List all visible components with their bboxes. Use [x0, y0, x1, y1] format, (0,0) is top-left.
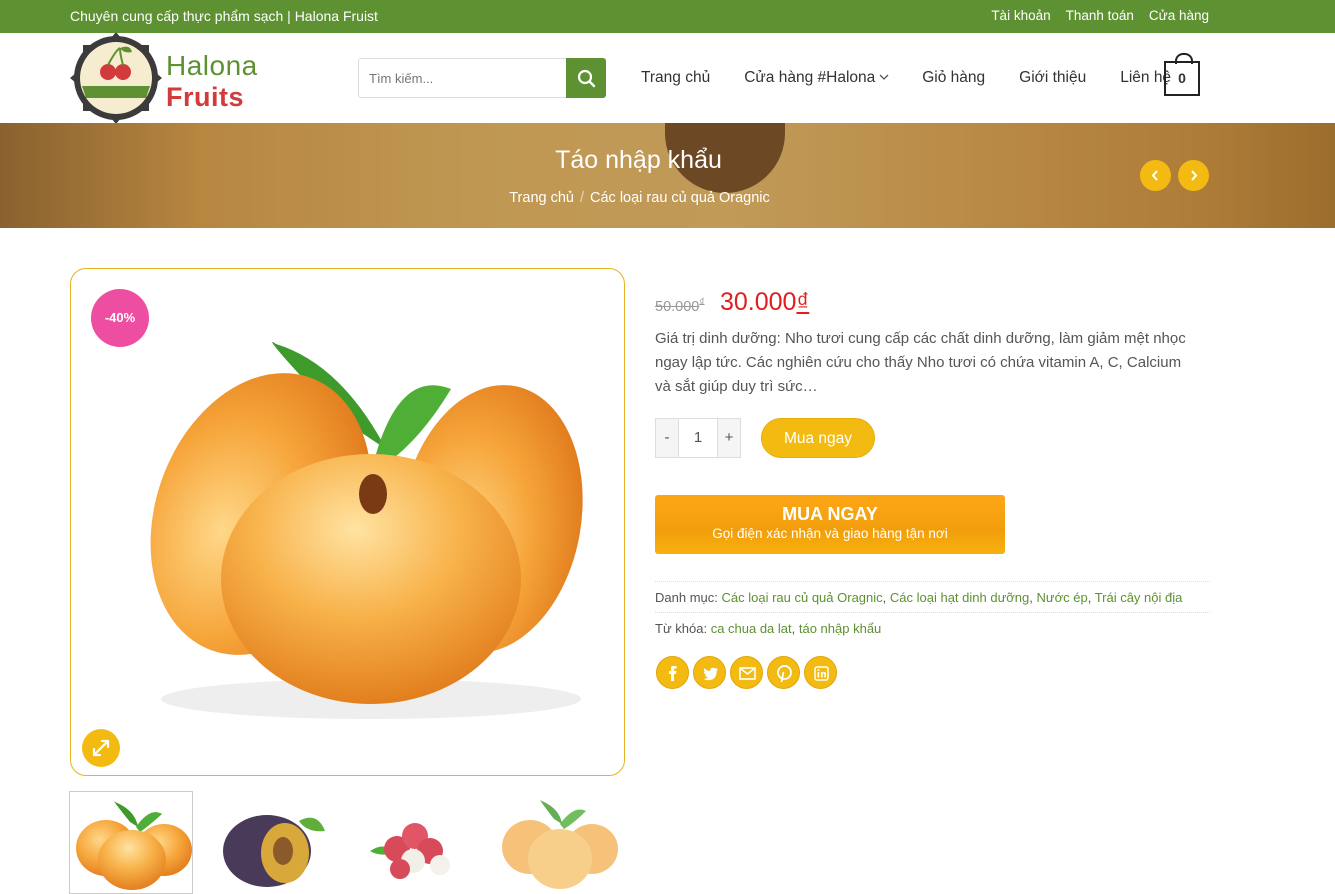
tag-link[interactable]: táo nhập khẩu: [799, 621, 881, 636]
nav-item-shop-label: Cửa hàng #Halona: [744, 69, 876, 86]
buy-now-subtitle: Gọi điện xác nhận và giao hàng tận nơi: [712, 526, 948, 541]
share-email-button[interactable]: [730, 656, 763, 689]
search-form: [358, 58, 606, 98]
logo-badge-icon: [70, 32, 162, 124]
sale-price: 30.000₫: [720, 288, 809, 317]
checkout-link[interactable]: Thanh toán: [1066, 8, 1134, 23]
product-image-gallery[interactable]: -40%: [70, 268, 625, 776]
logo-text-halona: Halona: [166, 50, 258, 81]
page-banner: Táo nhập khẩu Trang chủ / Các loại rau củ …: [0, 123, 1335, 228]
category-link[interactable]: Các loại rau củ quả Oragnic: [722, 590, 883, 605]
thumbnail-plum[interactable]: [207, 791, 331, 894]
quantity-plus-button[interactable]: +: [718, 419, 740, 457]
tagline: Chuyên cung cấp thực phẩm sạch | Halona …: [70, 8, 378, 24]
thumbnail-lychee[interactable]: [345, 791, 469, 894]
chevron-down-icon: [879, 74, 889, 80]
tags-label: Từ khóa:: [655, 621, 708, 636]
add-to-cart-button[interactable]: Mua ngay: [761, 418, 875, 458]
email-icon: [739, 667, 756, 680]
old-price: 50.000₫: [655, 297, 705, 315]
category-link[interactable]: Nước ép: [1037, 590, 1088, 605]
main-nav: Trang chủ Cửa hàng #Halona Giỏ hàng Giới…: [641, 69, 1205, 87]
cart-button[interactable]: 0: [1164, 53, 1200, 96]
shop-link[interactable]: Cửa hàng: [1149, 8, 1209, 23]
buy-now-title: MUA NGAY: [782, 504, 878, 524]
account-link[interactable]: Tài khoản: [991, 8, 1050, 23]
pinterest-icon: [777, 665, 792, 683]
category-link[interactable]: Trái cây nội địa: [1095, 590, 1183, 605]
share-twitter-button[interactable]: [693, 656, 726, 689]
share-facebook-button[interactable]: [656, 656, 689, 689]
discount-badge: -40%: [91, 289, 149, 347]
product-categories: Danh mục: Các loại rau củ quả Oragnic, C…: [655, 581, 1210, 613]
zoom-button[interactable]: [82, 729, 120, 767]
categories-label: Danh mục:: [655, 590, 718, 605]
banner-overlay: [0, 123, 1335, 228]
facebook-icon: [669, 666, 677, 681]
top-links: Tài khoản Thanh toán Cửa hàng: [991, 8, 1209, 23]
thumbnail-peach[interactable]: [69, 791, 193, 894]
breadcrumb-home[interactable]: Trang chủ: [509, 190, 574, 206]
page-title: Táo nhập khẩu: [555, 146, 722, 174]
thumbnail-peach-2[interactable]: [496, 791, 620, 894]
cart-count: 0: [1178, 70, 1186, 86]
buy-now-button[interactable]: MUA NGAY Gọi điện xác nhận và giao hàng …: [655, 495, 1005, 554]
thumbnail-image: [370, 823, 450, 879]
prev-arrow-button[interactable]: [1140, 160, 1171, 191]
sale-price-value: 30.000: [720, 288, 797, 316]
chevron-left-icon: [1151, 170, 1158, 181]
thumbnail-image: [223, 815, 325, 887]
logo-text-fruits: Fruits: [166, 82, 245, 112]
share-pinterest-button[interactable]: [767, 656, 800, 689]
product-tags: Từ khóa: ca chua da lat, táo nhập khẩu: [655, 612, 1210, 644]
sale-price-currency: ₫: [796, 288, 810, 316]
search-input[interactable]: [358, 58, 567, 98]
tag-link[interactable]: ca chua da lat: [711, 621, 792, 636]
chevron-right-icon: [1191, 170, 1198, 181]
site-logo[interactable]: Halona Fruits: [70, 32, 280, 124]
category-link[interactable]: Các loại hạt dinh dưỡng: [890, 590, 1029, 605]
search-button[interactable]: [566, 58, 606, 98]
product-description: Giá trị dinh dưỡng: Nho tươi cung cấp cá…: [655, 330, 1186, 395]
search-icon: [577, 69, 596, 88]
breadcrumb: Trang chủ / Các loại rau củ quả Oragnic: [0, 190, 1279, 206]
nav-item-cart[interactable]: Giỏ hàng: [922, 69, 985, 87]
share-buttons: [656, 656, 837, 689]
site-header: Halona Fruits Trang chủ Cửa hàng #Halona…: [0, 32, 1335, 124]
quantity-minus-button[interactable]: -: [656, 419, 678, 457]
breadcrumb-separator: /: [579, 190, 585, 206]
linkedin-icon: [814, 666, 829, 681]
product-image: [150, 341, 583, 719]
twitter-icon: [703, 667, 718, 681]
next-arrow-button[interactable]: [1178, 160, 1209, 191]
thumbnail-image: [502, 800, 618, 889]
nav-item-about[interactable]: Giới thiệu: [1019, 69, 1086, 87]
nav-item-shop[interactable]: Cửa hàng #Halona: [744, 69, 890, 87]
thumbnail-image: [76, 801, 192, 890]
top-bar: Chuyên cung cấp thực phẩm sạch | Halona …: [0, 0, 1335, 33]
share-linkedin-button[interactable]: [804, 656, 837, 689]
old-price-currency: ₫: [699, 297, 705, 308]
quantity-stepper: - 1 +: [655, 418, 741, 458]
nav-item-home[interactable]: Trang chủ: [641, 69, 710, 87]
expand-icon: [92, 739, 110, 757]
quantity-input[interactable]: 1: [678, 419, 718, 457]
old-price-value: 50.000: [655, 298, 700, 315]
breadcrumb-category[interactable]: Các loại rau củ quả Oragnic: [590, 190, 770, 206]
